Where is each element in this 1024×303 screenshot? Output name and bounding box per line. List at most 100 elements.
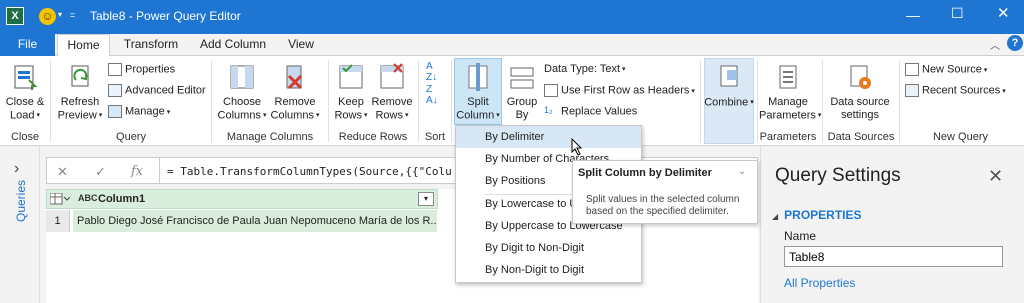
sort-ascending-icon[interactable]: A Z↓ (426, 61, 437, 83)
group-label-data-sources: Data Sources (827, 131, 895, 143)
formula-input[interactable]: = Table.TransformColumnTypes(Source,{{"C… (167, 165, 452, 178)
tab-add-column[interactable]: Add Column (196, 34, 270, 56)
separator (418, 60, 419, 142)
data-source-settings-icon (850, 65, 871, 89)
keep-rows-label-1: Keep (338, 96, 364, 108)
recent-sources-button[interactable]: Recent Sources ▾ (905, 84, 1006, 97)
remove-columns-label-2: Columns ▾ (270, 109, 320, 122)
recent-sources-icon (905, 84, 919, 97)
all-properties-link[interactable]: All Properties (784, 276, 855, 290)
choose-columns-label-1: Choose (223, 96, 261, 108)
query-name-input[interactable] (784, 246, 1003, 267)
remove-rows-label-2: Rows ▾ (375, 109, 409, 122)
split-column-button[interactable]: Split Column ▾ (454, 62, 502, 122)
advanced-editor-icon (108, 84, 122, 97)
close-load-button[interactable]: Close & Load ▾ (4, 62, 46, 122)
name-label: Name (784, 229, 817, 243)
minimize-icon[interactable]: — (906, 7, 920, 23)
query-settings-title: Query Settings (775, 165, 901, 186)
remove-columns-button[interactable]: Remove Columns ▾ (270, 62, 320, 122)
new-source-icon (905, 63, 919, 76)
refresh-label-1: Refresh (60, 96, 100, 108)
menu-item-by-digit-to-non-digit[interactable]: By Digit to Non-Digit (456, 237, 641, 259)
close-window-icon[interactable]: ✕ (997, 4, 1010, 22)
separator (899, 60, 900, 142)
queries-pane-label[interactable]: Queries (14, 180, 28, 222)
remove-columns-icon (286, 65, 303, 90)
use-first-row-button[interactable]: Use First Row as Headers ▾ (544, 84, 695, 97)
menu-item-by-non-digit-to-digit[interactable]: By Non-Digit to Digit (456, 259, 641, 281)
smiley-icon[interactable]: ☺ (39, 8, 56, 25)
cancel-formula-icon[interactable]: ✕ (57, 164, 68, 180)
group-label-new-query: New Query (932, 131, 989, 143)
excel-logo-icon: X (6, 7, 24, 25)
group-label-manage-columns: Manage Columns (226, 131, 314, 143)
help-icon[interactable]: ? (1007, 35, 1023, 51)
data-type-dropdown[interactable]: Data Type: Text ▾ (544, 63, 626, 75)
choose-columns-icon (230, 65, 254, 89)
replace-values-icon: 1₂ (544, 105, 553, 115)
properties-section-header[interactable]: ◢ PROPERTIES (772, 208, 862, 222)
group-by-button[interactable]: Group By (504, 62, 540, 122)
table-cell[interactable]: Pablo Diego José Francisco de Paula Juan… (73, 210, 437, 232)
column-filter-icon[interactable]: ▾ (418, 192, 434, 206)
manage-parameters-button[interactable]: Manage Parameters ▾ (759, 62, 822, 122)
remove-rows-button[interactable]: Remove Rows ▾ (371, 62, 413, 122)
queries-pane-collapsed: › (0, 146, 40, 303)
properties-button[interactable]: Properties (108, 63, 175, 76)
tab-file[interactable]: File (0, 34, 55, 56)
qat-dropdown-icon[interactable]: ▾ (58, 10, 62, 19)
manage-button[interactable]: Manage ▾ (108, 105, 170, 118)
table-menu-icon[interactable] (49, 192, 71, 208)
close-load-label-1: Close & (5, 96, 45, 108)
collapse-ribbon-icon[interactable]: ︿ (990, 37, 1000, 52)
maximize-icon[interactable]: ☐ (951, 5, 964, 22)
manage-parameters-label-2: Parameters ▾ (759, 109, 822, 122)
separator (50, 60, 51, 142)
tab-view[interactable]: View (280, 34, 322, 56)
tooltip-title: Split Column by Delimiter (578, 167, 712, 179)
tab-home[interactable]: Home (57, 34, 110, 57)
group-label-reduce-rows: Reduce Rows (338, 131, 408, 143)
refresh-label-2: Preview ▾ (57, 109, 103, 122)
remove-rows-icon (380, 63, 404, 89)
separator (328, 60, 329, 142)
advanced-editor-button[interactable]: Advanced Editor (108, 84, 206, 97)
separator (757, 60, 758, 142)
group-by-label-2: By (515, 109, 529, 121)
close-query-settings-icon[interactable]: ✕ (988, 166, 1003, 187)
keep-rows-button[interactable]: Keep Rows ▾ (332, 62, 370, 122)
use-first-row-icon (544, 84, 558, 97)
split-column-icon (468, 63, 488, 91)
choose-columns-label-2: Columns ▾ (217, 109, 267, 122)
separator (211, 60, 212, 142)
data-source-settings-button[interactable]: Data source settings (826, 62, 894, 122)
fx-icon[interactable]: fx (131, 164, 143, 179)
combine-button[interactable]: Combine ▾ (704, 62, 754, 109)
keep-rows-icon (339, 64, 363, 89)
combine-icon (720, 65, 738, 87)
group-label-query: Query (116, 131, 146, 143)
commit-formula-icon[interactable]: ✓ (95, 164, 106, 180)
group-by-icon (510, 67, 534, 89)
choose-columns-button[interactable]: Choose Columns ▾ (215, 62, 269, 122)
expand-queries-icon[interactable]: › (14, 160, 19, 178)
new-source-button[interactable]: New Source ▾ (905, 63, 987, 76)
separator (451, 60, 452, 142)
group-label-sort: Sort (424, 131, 446, 143)
row-number: 1 (46, 210, 70, 232)
group-by-label-1: Group (506, 96, 538, 108)
formula-divider (159, 158, 160, 183)
text-type-icon[interactable]: ABC (78, 193, 98, 203)
tab-transform[interactable]: Transform (116, 34, 186, 56)
refresh-preview-button[interactable]: Refresh Preview ▾ (56, 62, 104, 122)
replace-values-button[interactable]: 1₂ Replace Values (544, 105, 637, 118)
sort-descending-icon[interactable]: Z A↓ (426, 84, 438, 106)
close-load-label-2: Load ▾ (10, 109, 40, 122)
menu-item-by-delimiter[interactable]: By Delimiter (456, 126, 641, 148)
manage-parameters-icon (779, 65, 797, 89)
qat-customize-icon[interactable]: = (70, 10, 75, 20)
column-name: Column1 (98, 193, 146, 205)
group-label-close: Close (10, 131, 40, 143)
data-source-settings-label-2: settings (841, 109, 879, 121)
